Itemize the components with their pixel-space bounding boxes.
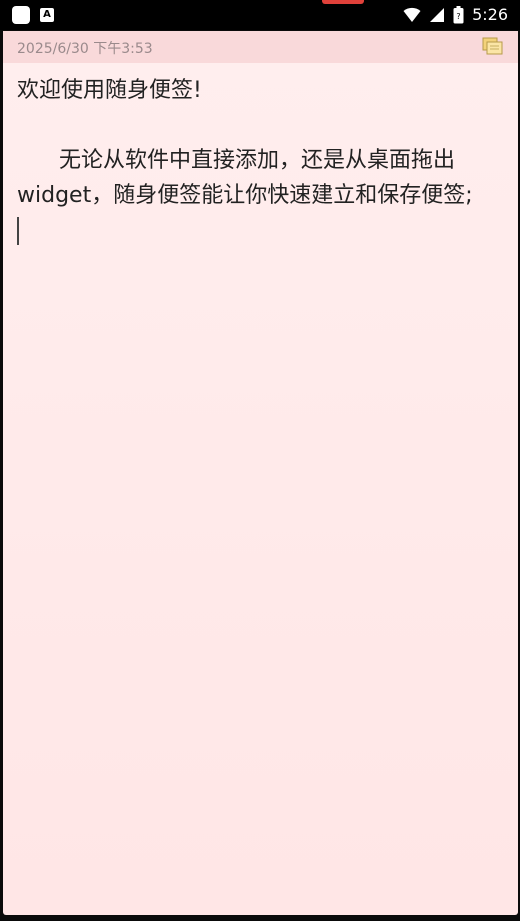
note-editor[interactable]: 欢迎使用随身便签! 无论从软件中直接添加，还是从桌面拖出widget，随身便签能… xyxy=(17,73,503,245)
note-paragraph: 无论从软件中直接添加，还是从桌面拖出widget，随身便签能让你快速建立和保存便… xyxy=(17,148,473,208)
note-card[interactable]: 2025/6/30 下午3:53 欢迎使用随身便签! 无论从软件中直接添加，还是… xyxy=(3,31,518,915)
note-timestamp: 2025/6/30 下午3:53 xyxy=(17,41,153,57)
svg-text:?: ? xyxy=(456,12,460,21)
wifi-icon xyxy=(403,7,421,22)
signal-icon xyxy=(430,7,445,22)
note-title-line: 欢迎使用随身便签! xyxy=(17,78,202,103)
sticky-notes-icon[interactable] xyxy=(482,36,504,56)
status-right-icons: ? 5:26 xyxy=(403,5,508,24)
keyboard-a-icon: A xyxy=(40,8,54,22)
status-bar: A ? 5:26 xyxy=(0,0,520,30)
recording-indicator xyxy=(322,0,364,4)
status-left-icons: A xyxy=(12,6,54,24)
battery-icon: ? xyxy=(453,5,464,23)
text-cursor xyxy=(17,217,19,245)
note-header: 2025/6/30 下午3:53 xyxy=(3,31,518,63)
status-time: 5:26 xyxy=(472,5,508,24)
app-square-icon xyxy=(12,6,30,24)
